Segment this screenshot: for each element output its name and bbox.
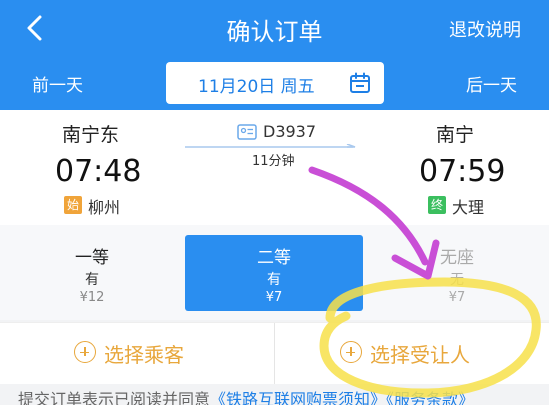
departure-station: 南宁东 xyxy=(62,124,120,146)
plus-circle-icon xyxy=(340,341,362,363)
calendar-icon xyxy=(350,72,370,93)
date-selector[interactable]: 11月20日 周五 xyxy=(166,62,384,104)
departure-time: 07:48 xyxy=(55,154,142,189)
prev-day-button[interactable]: 前一天 xyxy=(32,71,83,96)
plus-circle-icon xyxy=(74,341,96,363)
arrival-time: 07:59 xyxy=(419,154,506,189)
divider xyxy=(274,323,275,385)
passenger-actions: 选择乘客 选择受让人 xyxy=(0,322,549,385)
service-terms-link[interactable]: 《服务条款》 xyxy=(386,390,474,405)
seat-price: ¥7 xyxy=(448,290,466,305)
train-number-label: D3937 xyxy=(263,122,317,141)
seat-price: ¥7 xyxy=(265,290,283,305)
seat-availability: 有 xyxy=(85,272,99,288)
seat-price: ¥12 xyxy=(79,290,105,305)
seat-second-class[interactable]: 二等 有 ¥7 xyxy=(185,235,363,311)
terms-notice: 提交订单表示已阅读并同意《铁路互联网购票须知》《服务条款》 xyxy=(0,384,549,405)
origin-badge: 始 xyxy=(64,196,82,214)
ticket-icon xyxy=(237,124,257,140)
select-passenger-label: 选择乘客 xyxy=(104,343,184,367)
terminus-badge: 终 xyxy=(428,196,446,214)
refund-policy-link[interactable]: 退改说明 xyxy=(449,16,521,42)
next-day-button[interactable]: 后一天 xyxy=(466,71,517,96)
seat-first-class[interactable]: 一等 有 ¥12 xyxy=(3,235,181,311)
seat-no-seat[interactable]: 无座 无 ¥7 xyxy=(368,235,546,311)
travel-duration: 11分钟 xyxy=(252,154,295,169)
notice-prefix: 提交订单表示已阅读并同意 xyxy=(18,390,211,405)
arrival-city: 大理 xyxy=(452,198,485,217)
departure-city: 柳州 xyxy=(88,198,121,217)
seat-availability: 有 xyxy=(267,272,281,288)
seat-name: 无座 xyxy=(440,248,474,268)
arrival-station: 南宁 xyxy=(436,124,475,146)
header-bar: 确认订单 退改说明 前一天 11月20日 周五 后一天 xyxy=(0,0,549,110)
date-text: 11月20日 周五 xyxy=(198,77,315,97)
seat-name: 一等 xyxy=(75,248,109,268)
seat-availability: 无 xyxy=(450,272,464,288)
seat-name: 二等 xyxy=(257,248,291,268)
select-beneficiary-label: 选择受让人 xyxy=(370,343,470,367)
purchase-terms-link[interactable]: 《铁路互联网购票须知》 xyxy=(210,390,386,405)
seat-class-selector: 一等 有 ¥12 二等 有 ¥7 无座 无 ¥7 xyxy=(0,225,549,320)
